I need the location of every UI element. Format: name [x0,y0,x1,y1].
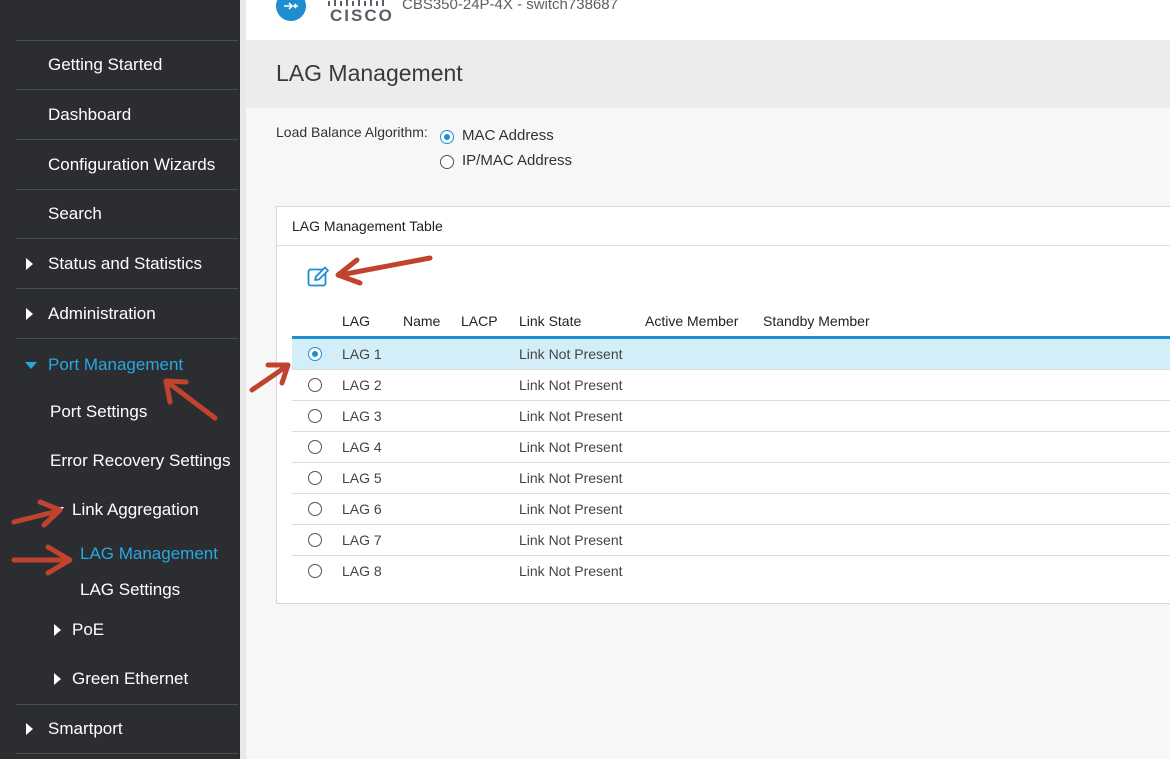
caret-right-icon [54,624,61,636]
row-select-radio[interactable] [308,533,322,547]
table-row[interactable]: LAG 8 Link Not Present [292,556,1170,587]
sidebar-item-link-aggregation[interactable]: Link Aggregation [52,495,199,525]
cisco-logo-text: CISCO [330,6,394,25]
ip-mac-address-label: IP/MAC Address [462,152,573,169]
sidebar-item-label: LAG Settings [80,580,181,599]
page-title: LAG Management [276,60,463,86]
sidebar-item-label: Configuration Wizards [48,155,216,174]
sidebar-item-smartport[interactable]: Smartport [16,705,238,754]
edit-icon[interactable] [307,265,331,287]
column-header-lacp[interactable]: LACP [461,313,498,329]
cell-link-state: Link Not Present [519,501,623,517]
sidebar-item-getting-started[interactable]: Getting Started [16,41,238,90]
table-row[interactable]: LAG 4 Link Not Present [292,432,1170,463]
sidebar-item-search[interactable]: Search [16,190,238,239]
sidebar-item-error-recovery-settings[interactable]: Error Recovery Settings [50,446,230,476]
column-header-active-member[interactable]: Active Member [645,313,738,329]
sidebar-item-lag-management[interactable]: LAG Management [80,539,218,569]
mac-address-label: MAC Address [462,127,554,144]
table-row[interactable]: LAG 6 Link Not Present [292,494,1170,525]
table-row[interactable]: LAG 2 Link Not Present [292,370,1170,401]
cell-lag: LAG 5 [342,470,382,486]
row-select-radio[interactable] [308,564,322,578]
column-header-lag[interactable]: LAG [342,313,370,329]
sidebar-item-label: Getting Started [48,55,163,74]
sidebar-item-configuration-wizards[interactable]: Configuration Wizards [16,141,238,190]
column-header-name[interactable]: Name [403,313,440,329]
sidebar-item-label: Smartport [48,719,123,738]
cell-lag: LAG 1 [342,346,382,362]
cell-link-state: Link Not Present [519,408,623,424]
table-row[interactable]: LAG 1 Link Not Present [292,339,1170,370]
ip-mac-address-radio[interactable] [440,155,454,169]
sidebar-item-status-and-statistics[interactable]: Status and Statistics [16,240,238,289]
table-row[interactable]: LAG 3 Link Not Present [292,401,1170,432]
sidebar-item-poe[interactable]: PoE [54,615,105,645]
sidebar-item-label: Link Aggregation [72,500,199,519]
row-select-radio[interactable] [308,471,322,485]
cell-link-state: Link Not Present [519,439,623,455]
row-select-radio[interactable] [308,440,322,454]
cell-lag: LAG 6 [342,501,382,517]
cell-link-state: Link Not Present [519,346,623,362]
sidebar-item-label: Port Settings [50,402,148,421]
sidebar-item-label: PoE [72,620,105,639]
column-header-link-state[interactable]: Link State [519,313,581,329]
sidebar-item-port-management[interactable]: Port Management [16,340,238,389]
caret-down-icon [25,361,37,369]
sidebar-item-port-settings[interactable]: Port Settings [50,397,147,427]
divider [277,245,1170,246]
load-balance-label: Load Balance Algorithm: [276,124,428,140]
sidebar-item-label: Error Recovery Settings [50,451,231,470]
cell-link-state: Link Not Present [519,563,623,579]
row-select-radio[interactable] [308,409,322,423]
sidebar-item-label: Administration [48,304,156,323]
cell-lag: LAG 2 [342,377,382,393]
cell-link-state: Link Not Present [519,532,623,548]
column-header-standby-member[interactable]: Standby Member [763,313,870,329]
sidebar-item-label: Dashboard [48,105,132,124]
table-title: LAG Management Table [292,218,443,234]
table-row[interactable]: LAG 7 Link Not Present [292,525,1170,556]
caret-right-icon [26,723,33,735]
caret-right-icon [26,308,33,320]
sidebar-item-lag-settings[interactable]: LAG Settings [80,575,180,605]
sidebar-item-label: Search [48,204,102,223]
caret-right-icon [26,258,33,270]
sidebar: Getting Started Dashboard Configuration … [0,0,240,759]
cell-lag: LAG 3 [342,408,382,424]
lag-management-table-panel: LAG Management Table LAG Name LACP Link … [276,206,1170,604]
cell-lag: LAG 7 [342,532,382,548]
mac-address-radio[interactable] [440,130,454,144]
cell-lag: LAG 8 [342,563,382,579]
sidebar-item-green-ethernet[interactable]: Green Ethernet [54,664,189,694]
cell-lag: LAG 4 [342,439,382,455]
sidebar-item-label: Port Management [48,354,184,374]
sidebar-item-label: Green Ethernet [72,669,189,688]
row-select-radio[interactable] [308,378,322,392]
sidebar-item-dashboard[interactable]: Dashboard [16,91,238,140]
caret-down-icon [52,507,64,514]
row-select-radio[interactable] [308,347,322,361]
cell-link-state: Link Not Present [519,470,623,486]
sidebar-item-label: Status and Statistics [48,254,203,273]
sidebar-item-administration[interactable]: Administration [16,290,238,339]
table-row[interactable]: LAG 5 Link Not Present [292,463,1170,494]
sidebar-item-label: LAG Management [80,544,218,563]
cell-link-state: Link Not Present [519,377,623,393]
row-select-radio[interactable] [308,502,322,516]
device-name: CBS350-24P-4X - switch738687 [402,0,618,13]
caret-right-icon [54,673,61,685]
